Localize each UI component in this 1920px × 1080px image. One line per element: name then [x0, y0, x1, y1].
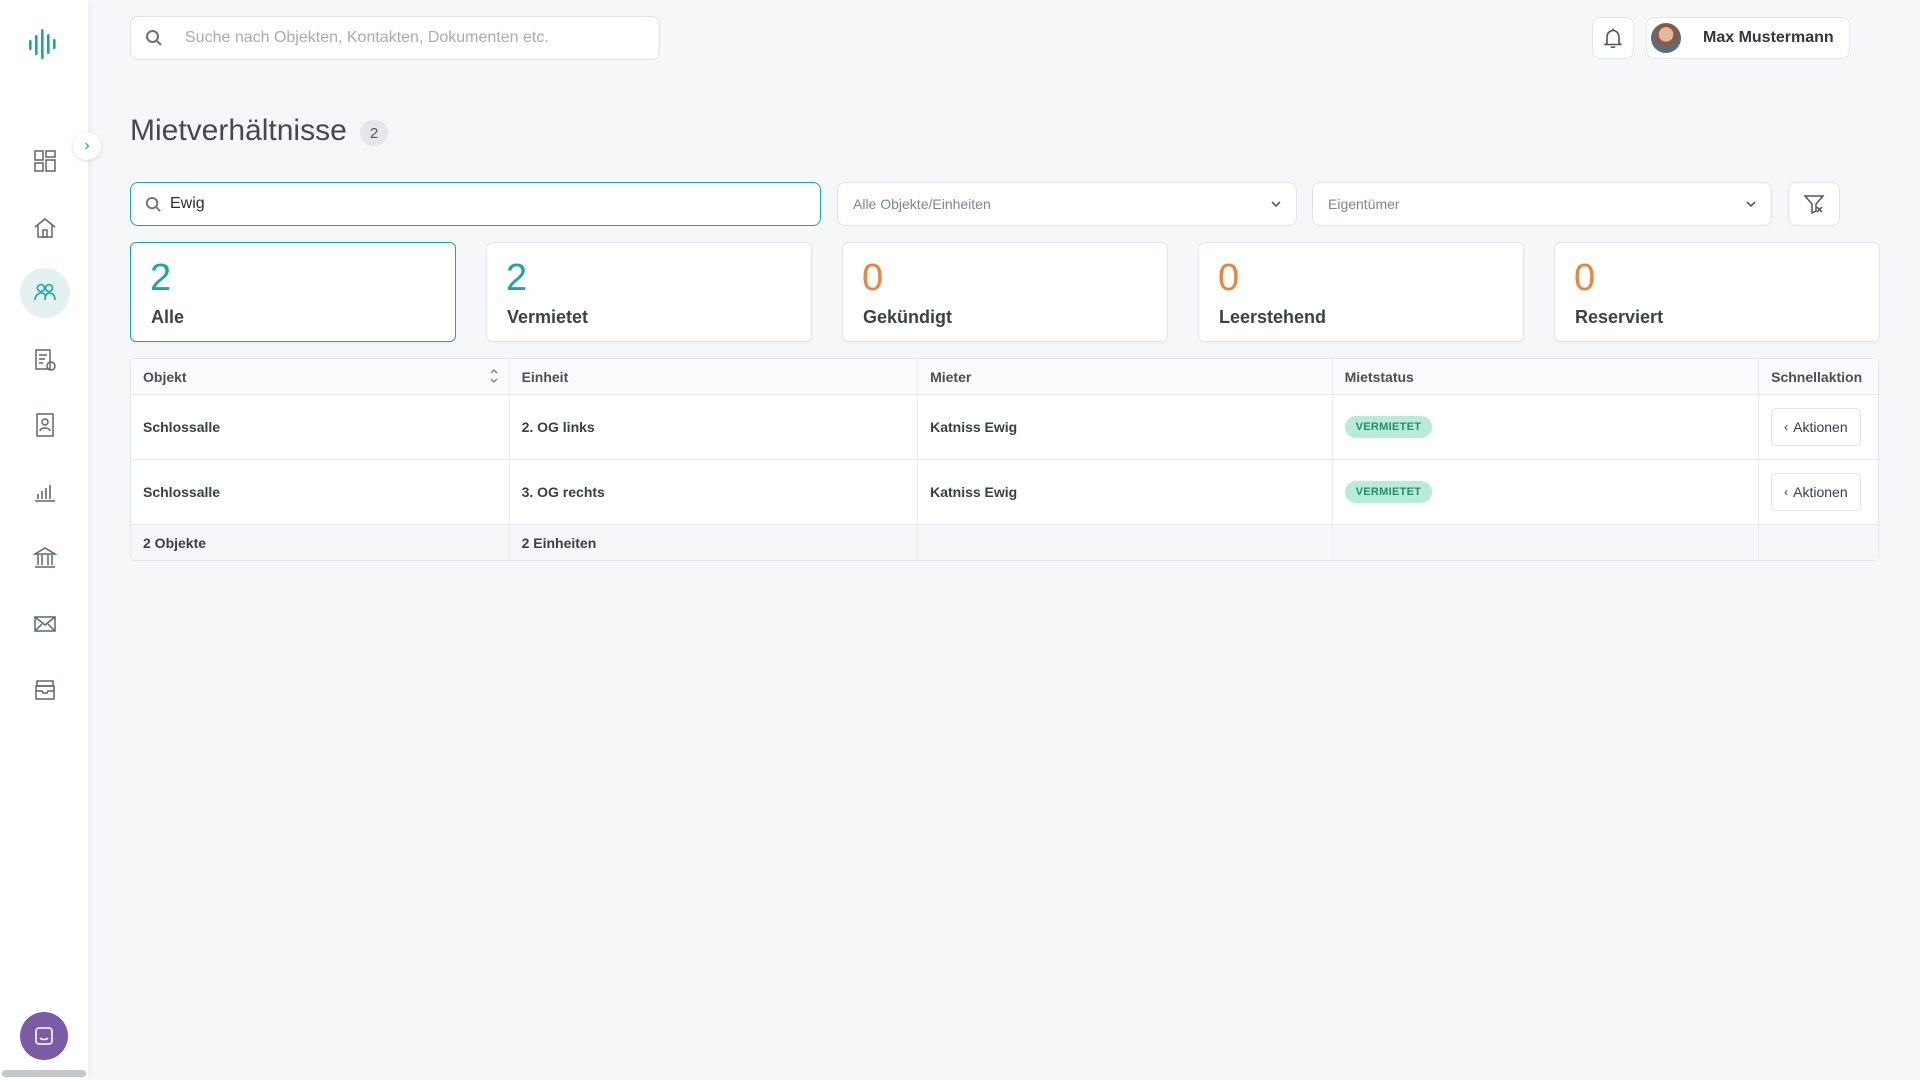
table-row[interactable]: Schlossalle 2. OG links Katniss Ewig VER… [131, 395, 1878, 460]
notifications-button[interactable] [1592, 17, 1634, 59]
cell-einheit: 3. OG rechts [510, 460, 919, 524]
sort-icon [490, 369, 498, 383]
column-header-label: Mieter [930, 368, 972, 385]
tenants-icon[interactable] [20, 268, 70, 318]
page-title: Mietverhältnisse [130, 114, 347, 147]
actions-button-label: Aktionen [1793, 484, 1848, 500]
user-name: Max Mustermann [1703, 29, 1834, 46]
app-logo[interactable] [26, 26, 62, 62]
tenancy-search-input[interactable] [170, 195, 790, 213]
stat-label: Vermietet [507, 307, 589, 327]
clear-filter-button[interactable] [1788, 182, 1840, 226]
stat-card-vermietet[interactable]: 2 Vermietet [486, 242, 812, 342]
chevron-right-icon: › [84, 137, 90, 154]
column-header-mietstatus[interactable]: Mietstatus [1333, 359, 1760, 394]
status-badge: VERMIETET [1344, 481, 1433, 503]
objects-select-value: Alle Objekte/Einheiten [853, 196, 991, 212]
stat-label: Alle [151, 307, 185, 327]
column-header-einheit[interactable]: Einheit [510, 359, 919, 394]
cell-objekt: Schlossalle [131, 460, 510, 524]
table-header: Objekt Einheit Mieter Mietstatus Schnell… [131, 359, 1878, 395]
actions-button[interactable]: ‹ Aktionen [1771, 408, 1861, 446]
search-icon [145, 196, 161, 212]
footer-objekte: 2 Objekte [131, 525, 510, 560]
chevron-left-icon: ‹ [1784, 485, 1789, 499]
table-row[interactable]: Schlossalle 3. OG rechts Katniss Ewig VE… [131, 460, 1878, 525]
avatar [1651, 23, 1681, 53]
cell-mietstatus: VERMIETET [1333, 460, 1760, 524]
owner-select-value: Eigentümer [1328, 196, 1400, 212]
footer-einheiten: 2 Einheiten [510, 525, 919, 560]
tenancy-search [130, 182, 821, 226]
chevron-down-icon [1746, 201, 1756, 208]
cell-mietstatus: VERMIETET [1333, 395, 1760, 459]
home-icon[interactable] [20, 203, 70, 253]
tenancy-table: Objekt Einheit Mieter Mietstatus Schnell… [130, 358, 1879, 561]
bank-icon[interactable] [20, 533, 70, 583]
stat-value: 2 [150, 257, 172, 299]
column-header-objekt[interactable]: Objekt [131, 359, 510, 394]
chevron-left-icon: ‹ [1784, 420, 1789, 434]
stat-value: 0 [1574, 257, 1596, 299]
actions-button-label: Aktionen [1793, 419, 1848, 435]
footer-empty [918, 525, 1333, 560]
dashboard-icon[interactable] [20, 136, 70, 186]
cell-schnellaktion: ‹ Aktionen [1759, 460, 1878, 524]
status-badge: VERMIETET [1344, 416, 1433, 438]
stat-card-gekuendigt[interactable]: 0 Gekündigt [842, 242, 1168, 342]
stat-card-leerstehend[interactable]: 0 Leerstehend [1198, 242, 1524, 342]
billing-icon[interactable] [20, 335, 70, 385]
actions-button[interactable]: ‹ Aktionen [1771, 473, 1861, 511]
cell-schnellaktion: ‹ Aktionen [1759, 395, 1878, 459]
bell-icon [1603, 28, 1623, 49]
chat-button[interactable] [20, 1012, 68, 1060]
cell-mieter: Katniss Ewig [918, 460, 1333, 524]
footer-empty [1333, 525, 1760, 560]
stat-value: 0 [1218, 257, 1240, 299]
column-header-label: Objekt [143, 368, 187, 385]
column-header-label: Mietstatus [1344, 368, 1414, 385]
archive-icon[interactable] [20, 665, 70, 715]
column-header-schnellaktion: Schnellaktion [1759, 359, 1878, 394]
objects-select[interactable]: Alle Objekte/Einheiten [837, 182, 1297, 226]
cell-mieter: Katniss Ewig [918, 395, 1333, 459]
column-header-label: Schnellaktion [1771, 368, 1863, 385]
footer-empty [1759, 525, 1878, 560]
sidebar-scrollbar[interactable] [2, 1070, 86, 1077]
column-header-label: Einheit [521, 368, 569, 385]
sidebar-expand-button[interactable]: › [73, 132, 101, 160]
global-search [130, 16, 660, 60]
filter-clear-icon [1803, 195, 1825, 215]
stat-value: 0 [862, 257, 884, 299]
mail-icon[interactable] [20, 599, 70, 649]
user-menu-button[interactable]: Max Mustermann [1646, 17, 1850, 59]
sidebar [0, 0, 88, 1080]
column-header-mieter[interactable]: Mieter [918, 359, 1333, 394]
owner-select[interactable]: Eigentümer [1312, 182, 1772, 226]
stat-label: Gekündigt [863, 307, 952, 327]
stat-card-reserviert[interactable]: 0 Reserviert [1554, 242, 1880, 342]
table-footer: 2 Objekte 2 Einheiten [131, 525, 1878, 560]
global-search-input[interactable] [185, 29, 635, 47]
cell-objekt: Schlossalle [131, 395, 510, 459]
contacts-icon[interactable] [20, 400, 70, 450]
chat-icon [35, 1027, 53, 1045]
title-count-badge: 2 [360, 120, 388, 146]
stat-value: 2 [506, 257, 528, 299]
cell-einheit: 2. OG links [510, 395, 919, 459]
chevron-down-icon [1271, 201, 1281, 208]
stat-label: Leerstehend [1219, 307, 1327, 327]
search-icon [146, 30, 162, 46]
stat-label: Reserviert [1575, 307, 1664, 327]
stat-card-alle[interactable]: 2 Alle [130, 242, 456, 342]
analytics-icon[interactable] [20, 467, 70, 517]
